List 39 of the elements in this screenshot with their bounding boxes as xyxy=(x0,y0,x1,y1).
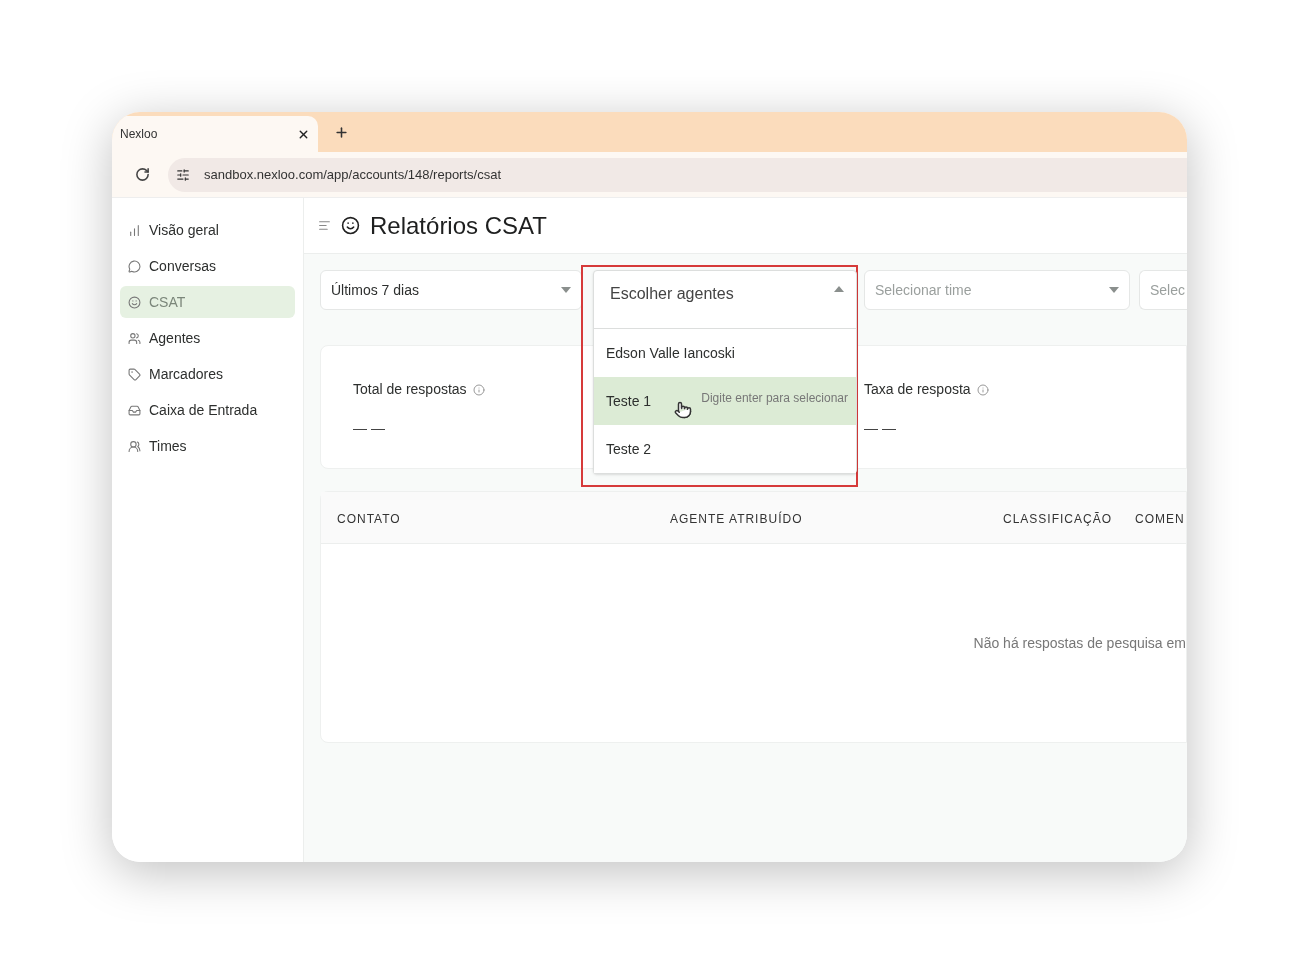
metric-value: — — xyxy=(353,419,386,438)
sidebar-item[interactable]: Times xyxy=(120,430,295,462)
caret-icon xyxy=(834,286,844,292)
reload-icon[interactable] xyxy=(135,167,150,182)
hand-cursor-icon xyxy=(674,401,692,419)
dropdown-option[interactable]: Teste 1 Digite enter para selecionar xyxy=(594,377,856,425)
metric-label: Total de respostas xyxy=(353,380,467,399)
sidebar-item[interactable]: Marcadores xyxy=(120,358,295,390)
smiley-icon xyxy=(128,295,141,309)
empty-message: Não há respostas de pesquisa em xyxy=(973,633,1186,653)
chart-icon xyxy=(128,223,141,237)
chat-bubble-icon xyxy=(128,259,141,273)
new-tab-icon[interactable] xyxy=(334,124,349,140)
menu-icon[interactable] xyxy=(318,219,331,232)
page-title: Relatórios CSAT xyxy=(370,210,547,241)
people-icon xyxy=(128,331,141,345)
option-hint: Digite enter para selecionar xyxy=(701,390,848,407)
sidebar-item[interactable]: Caixa de Entrada xyxy=(120,394,295,426)
browser-tab[interactable]: Nexloo xyxy=(112,116,318,152)
sidebar-item[interactable]: Visão geral xyxy=(120,214,295,246)
column-header: COMEN xyxy=(1135,511,1185,526)
dropdown-option[interactable]: Teste 2 xyxy=(594,425,856,473)
dropdown-option[interactable]: Edson Valle Iancoski xyxy=(594,329,856,377)
site-settings-icon[interactable] xyxy=(176,167,190,182)
column-header: CONTATO xyxy=(337,511,401,526)
sidebar-item[interactable]: Agentes xyxy=(120,322,295,354)
metric-label: Taxa de resposta xyxy=(864,380,971,399)
inbox-icon xyxy=(128,403,141,417)
address-bar[interactable]: sandbox.nexloo.com/app/accounts/148/reports/csat xyxy=(168,157,1187,192)
column-header: AGENTE ATRIBUÍDO xyxy=(670,511,803,526)
tag-icon xyxy=(128,367,141,381)
select-field[interactable]: Últimos 7 dias xyxy=(320,270,582,310)
smiley-icon xyxy=(341,216,360,235)
caret-icon xyxy=(561,287,571,293)
metric-value: — — xyxy=(864,419,897,438)
column-header: CLASSIFICAÇÃO xyxy=(1003,511,1113,526)
caret-icon xyxy=(1109,287,1119,293)
group-icon xyxy=(128,439,141,453)
sidebar-item[interactable]: Conversas xyxy=(120,250,295,282)
